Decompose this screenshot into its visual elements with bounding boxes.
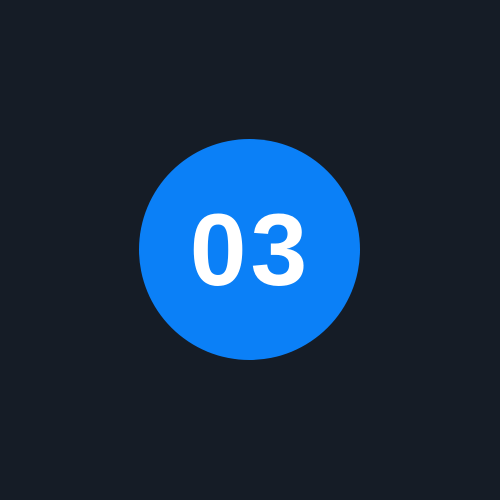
badge-number-label: 03 [189,192,312,307]
number-badge: 03 [139,139,360,360]
page-background: 03 [0,0,500,500]
